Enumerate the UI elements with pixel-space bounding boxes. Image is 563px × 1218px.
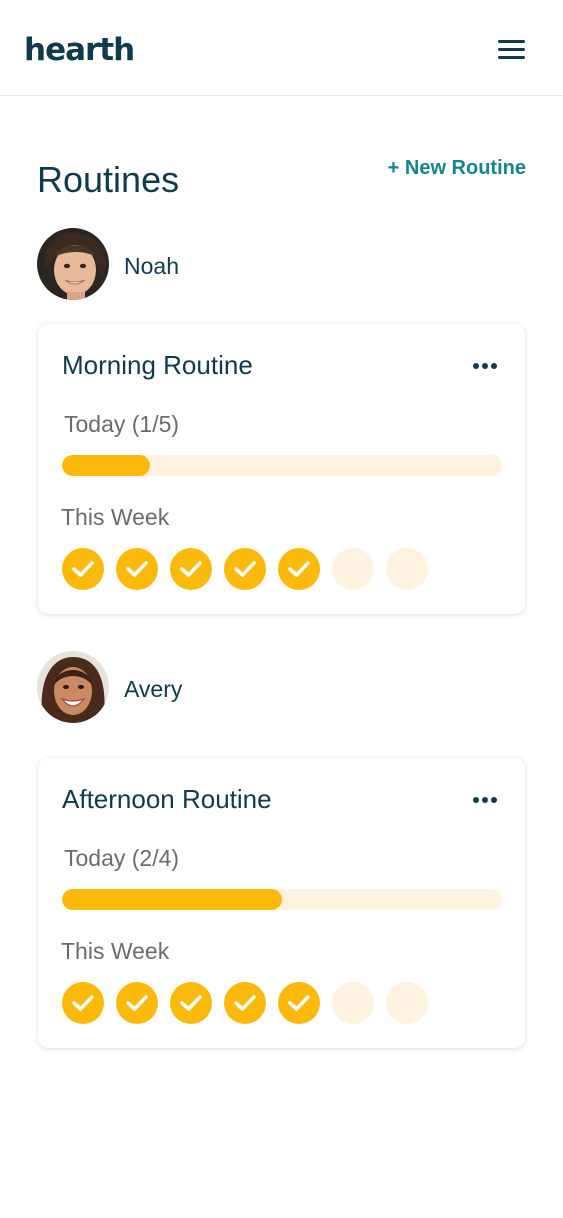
day-complete-check-icon <box>116 548 158 590</box>
week-days-row <box>62 982 502 1024</box>
routine-card[interactable]: Morning Routine Today (1/5) This Week <box>38 324 525 614</box>
day-complete-check-icon <box>224 982 266 1024</box>
day-complete-check-icon <box>170 548 212 590</box>
today-progress-bar <box>62 889 502 910</box>
top-bar: hearth <box>0 0 563 96</box>
day-complete-check-icon <box>116 982 158 1024</box>
day-incomplete-indicator <box>332 982 374 1024</box>
this-week-label: This Week <box>61 504 170 530</box>
person-header-noah: Noah <box>37 228 337 300</box>
day-incomplete-indicator <box>386 548 428 590</box>
day-complete-check-icon <box>62 982 104 1024</box>
day-complete-check-icon <box>278 548 320 590</box>
today-progress-label: Today (1/5) <box>64 411 180 437</box>
avatar[interactable] <box>37 651 109 723</box>
hamburger-menu-icon[interactable] <box>494 36 528 64</box>
routine-title: Afternoon Routine <box>62 784 272 814</box>
this-week-label: This Week <box>61 938 170 964</box>
page-title: Routines <box>37 159 180 200</box>
today-progress-fill <box>62 455 150 476</box>
week-days-row <box>62 548 502 590</box>
person-header-avery: Avery <box>37 651 337 723</box>
today-progress-fill <box>62 889 282 910</box>
routine-card[interactable]: Afternoon Routine Today (2/4) This Week <box>38 758 525 1048</box>
day-incomplete-indicator <box>332 548 374 590</box>
day-complete-check-icon <box>224 548 266 590</box>
person-name: Avery <box>124 676 183 702</box>
day-complete-check-icon <box>62 548 104 590</box>
day-complete-check-icon <box>170 982 212 1024</box>
today-progress-bar <box>62 455 502 476</box>
person-name: Noah <box>124 253 179 279</box>
avatar[interactable] <box>37 228 109 300</box>
day-incomplete-indicator <box>386 982 428 1024</box>
day-complete-check-icon <box>278 982 320 1024</box>
more-options-icon[interactable] <box>468 354 502 376</box>
routine-title: Morning Routine <box>62 350 253 380</box>
today-progress-label: Today (2/4) <box>64 845 180 871</box>
new-routine-button[interactable]: + New Routine <box>388 156 526 180</box>
more-options-icon[interactable] <box>468 788 502 810</box>
hearth-logo[interactable]: hearth <box>24 30 135 70</box>
